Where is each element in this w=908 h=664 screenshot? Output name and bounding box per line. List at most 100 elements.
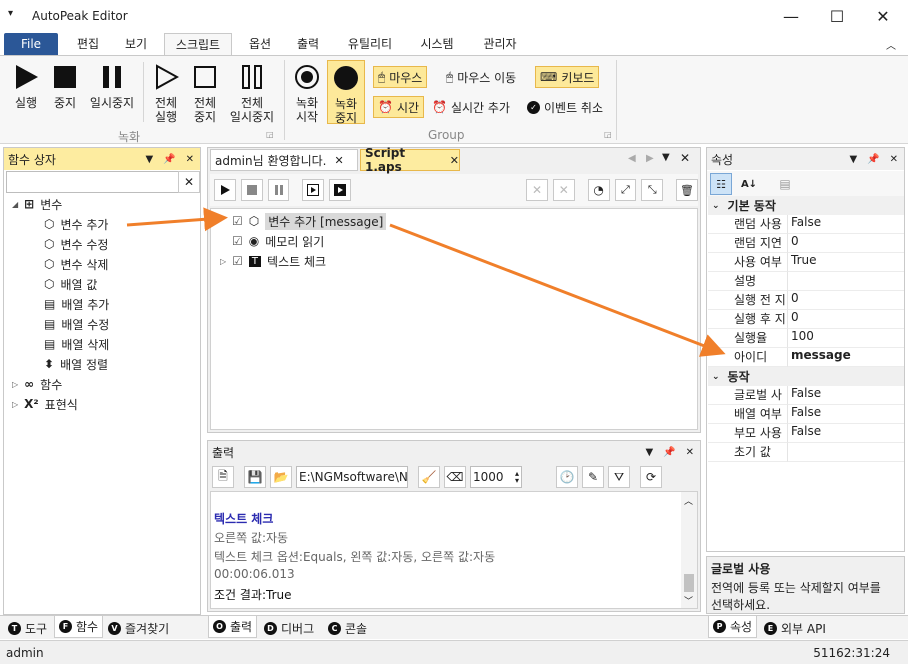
tree-item[interactable]: ⬡ 변수 삭제 <box>44 254 108 274</box>
tree-item[interactable]: ◢ ⊞ 변수 <box>12 194 62 214</box>
pause-button[interactable]: 일시중지 <box>86 64 138 110</box>
pause-button[interactable] <box>267 179 290 201</box>
dropdown-icon[interactable]: ▼ <box>645 447 653 458</box>
category-basic[interactable]: ⌄ 기본 동작 <box>708 196 904 215</box>
category-action[interactable]: ⌄ 동작 <box>708 367 904 386</box>
expand-down-icon[interactable]: ◢ <box>12 200 18 209</box>
clean-button[interactable]: 🧹 <box>418 466 440 488</box>
output-scrollbar[interactable]: ︿ ﹀ <box>681 492 697 608</box>
tree-item[interactable]: ▤ 배열 수정 <box>44 314 109 334</box>
pause-all-button[interactable]: 전체 일시중지 <box>226 64 278 124</box>
refresh-button[interactable]: ⟳ <box>640 466 662 488</box>
property-row[interactable]: 부모 사용 False <box>708 424 904 443</box>
tree-item[interactable]: ▤ 배열 추가 <box>44 294 109 314</box>
checkbox[interactable]: ☑ <box>232 254 243 268</box>
fill-button[interactable]: ⛛ <box>608 466 630 488</box>
open-folder-button[interactable]: 📂 <box>270 466 292 488</box>
collapse-ribbon-icon[interactable]: ︿ <box>886 37 896 52</box>
dropdown-icon[interactable]: ▼ <box>145 154 153 165</box>
output-settings-button[interactable]: 🗎 <box>212 466 234 488</box>
tab-external-api[interactable]: E 외부 API <box>760 617 830 639</box>
tab-utility[interactable]: 유틸리티 <box>338 33 402 56</box>
close-button[interactable]: ✕ <box>860 0 906 32</box>
property-value[interactable]: False <box>788 424 904 443</box>
tab-tools[interactable]: T 도구 <box>4 617 51 639</box>
property-pages-button[interactable]: ▤ <box>774 173 796 195</box>
expand-right-icon[interactable]: ▷ <box>12 380 18 389</box>
close-icon[interactable]: ✕ <box>890 154 898 165</box>
maximize-button[interactable]: ☐ <box>814 0 860 32</box>
timestamp-button[interactable]: 🕑 <box>556 466 578 488</box>
checkbox[interactable]: ☑ <box>232 214 243 228</box>
script-item[interactable]: ☑ ◉ 메모리 읽기 <box>232 231 324 251</box>
tab-debug[interactable]: D 디버그 <box>260 617 318 639</box>
categorized-button[interactable]: ☷ <box>710 173 732 195</box>
property-row[interactable]: 랜덤 지연 0 <box>708 234 904 253</box>
run-to-button[interactable] <box>329 179 352 201</box>
pin-icon[interactable]: 📌 <box>663 447 675 458</box>
scroll-thumb[interactable] <box>684 574 694 592</box>
tree-item[interactable]: ⬡ 변수 수정 <box>44 234 108 254</box>
property-value[interactable]: 0 <box>788 310 904 329</box>
property-value[interactable]: False <box>788 386 904 405</box>
play-button[interactable] <box>214 179 236 201</box>
mouse-move-toggle[interactable]: 🖱 마우스 이동 <box>442 66 520 88</box>
property-row[interactable]: 사용 여부 True <box>708 253 904 272</box>
property-value[interactable]: True <box>788 253 904 272</box>
tab-script[interactable]: Script 1.aps ✕ <box>360 146 460 174</box>
group-launcher-icon[interactable]: ◲ <box>266 130 274 139</box>
disabled-button-1[interactable]: ✕ <box>526 179 548 201</box>
group2-launcher-icon[interactable]: ◲ <box>604 130 612 139</box>
property-value[interactable]: message <box>788 348 904 367</box>
stop-all-button[interactable]: 전체 중지 <box>188 64 222 124</box>
property-row[interactable]: 실행 전 지0 <box>708 291 904 310</box>
property-row[interactable]: 초기 값 <box>708 443 904 462</box>
property-row[interactable]: 설명 <box>708 272 904 291</box>
tab-view[interactable]: 보기 <box>116 33 156 56</box>
capture-button[interactable]: ◔ <box>587 179 610 201</box>
eraser-button[interactable]: ⌫ <box>444 466 466 488</box>
tab-options[interactable]: 옵션 <box>240 33 280 56</box>
dropdown-icon[interactable]: ▼ <box>849 154 857 165</box>
property-row[interactable]: 글로벌 사 False <box>708 386 904 405</box>
output-path-input[interactable]: E:\NGMsoftware\NG <box>296 466 408 488</box>
tab-system[interactable]: 시스템 <box>412 33 462 56</box>
property-value[interactable]: 0 <box>788 291 904 310</box>
step-button[interactable] <box>302 179 325 201</box>
tree-item[interactable]: ⬡ 배열 값 <box>44 274 97 294</box>
alphabetical-button[interactable]: A↓ <box>738 173 760 195</box>
time-toggle[interactable]: ⏰ 시간 <box>373 96 425 118</box>
record-stop-button[interactable]: 녹화 중지 <box>327 60 365 125</box>
script-item[interactable]: ▷ ☑ T 텍스트 체크 <box>220 251 326 271</box>
stop-button[interactable]: 중지 <box>48 64 82 110</box>
property-row[interactable]: 실행율 100 <box>708 329 904 348</box>
tab-edit[interactable]: 편집 <box>68 33 108 56</box>
property-value[interactable]: False <box>788 215 904 234</box>
tab-scroll-left-icon[interactable]: ◀ <box>628 153 636 164</box>
record-start-button[interactable]: 녹화 시작 <box>290 64 324 124</box>
tab-properties[interactable]: P 속성 <box>708 616 758 638</box>
event-cancel-toggle[interactable]: ✓ 이벤트 취소 <box>523 96 607 118</box>
tab-script[interactable]: 스크립트 <box>164 33 232 56</box>
tab-functions[interactable]: F 함수 <box>54 616 104 638</box>
tab-console[interactable]: C 콘솔 <box>324 617 371 639</box>
pin-icon[interactable]: 📌 <box>867 154 879 165</box>
function-search-input[interactable] <box>6 171 180 193</box>
tree-item[interactable]: ▤ 배열 삭제 <box>44 334 109 354</box>
save-button[interactable]: 💾 <box>244 466 266 488</box>
close-icon[interactable]: ✕ <box>450 154 459 167</box>
realtime-add-toggle[interactable]: ⏰ 실시간 추가 <box>428 96 514 118</box>
tree-item[interactable]: ⬡ 변수 추가 <box>44 214 108 234</box>
minimize-button[interactable]: — <box>768 0 814 32</box>
run-button[interactable]: 실행 <box>8 64 44 110</box>
collapse-button[interactable]: ⤡ <box>641 179 664 201</box>
tab-favorites[interactable]: V 즐겨찾기 <box>104 617 173 639</box>
mouse-toggle[interactable]: 🖱 마우스 <box>373 66 428 88</box>
line-count-stepper[interactable]: 1000 ▴ ▾ <box>470 466 522 488</box>
pen-button[interactable]: ✎ <box>582 466 604 488</box>
tab-welcome[interactable]: admin님 환영합니다. ✕ <box>210 149 358 171</box>
close-icon[interactable]: ✕ <box>680 151 690 165</box>
script-item[interactable]: ☑ ⬡ 변수 추가 [message] <box>232 211 387 231</box>
expand-right-icon[interactable]: ▷ <box>12 400 18 409</box>
tab-output[interactable]: O 출력 <box>208 616 258 638</box>
